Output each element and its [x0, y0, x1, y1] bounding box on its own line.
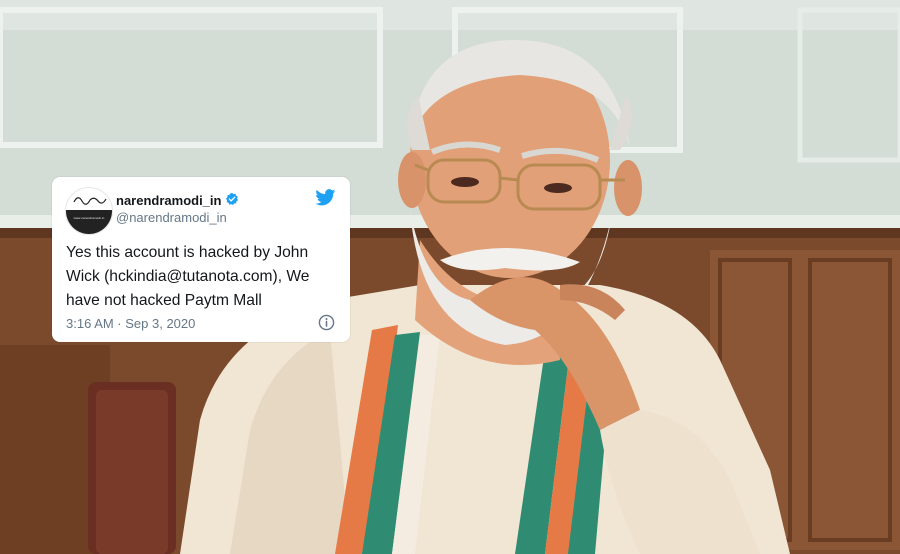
profile-avatar[interactable]: www.narendramodi.in: [65, 187, 113, 235]
verified-badge-icon: [225, 192, 239, 205]
signature-icon: [73, 197, 107, 205]
tweet-card[interactable]: www.narendramodi.in narendramodi_in @nar…: [52, 177, 350, 342]
tweet-text: Yes this account is hacked by John Wick …: [66, 244, 310, 309]
display-name[interactable]: narendramodi_in: [116, 193, 221, 208]
twitter-bird-icon[interactable]: [315, 189, 336, 206]
avatar-banner: [66, 210, 112, 234]
tweet-timestamp[interactable]: 3:16 AM · Sep 3, 2020: [66, 316, 195, 331]
info-icon[interactable]: [318, 314, 335, 331]
avatar-caption: www.narendramodi.in: [73, 216, 105, 220]
user-handle[interactable]: @narendramodi_in: [116, 210, 227, 225]
